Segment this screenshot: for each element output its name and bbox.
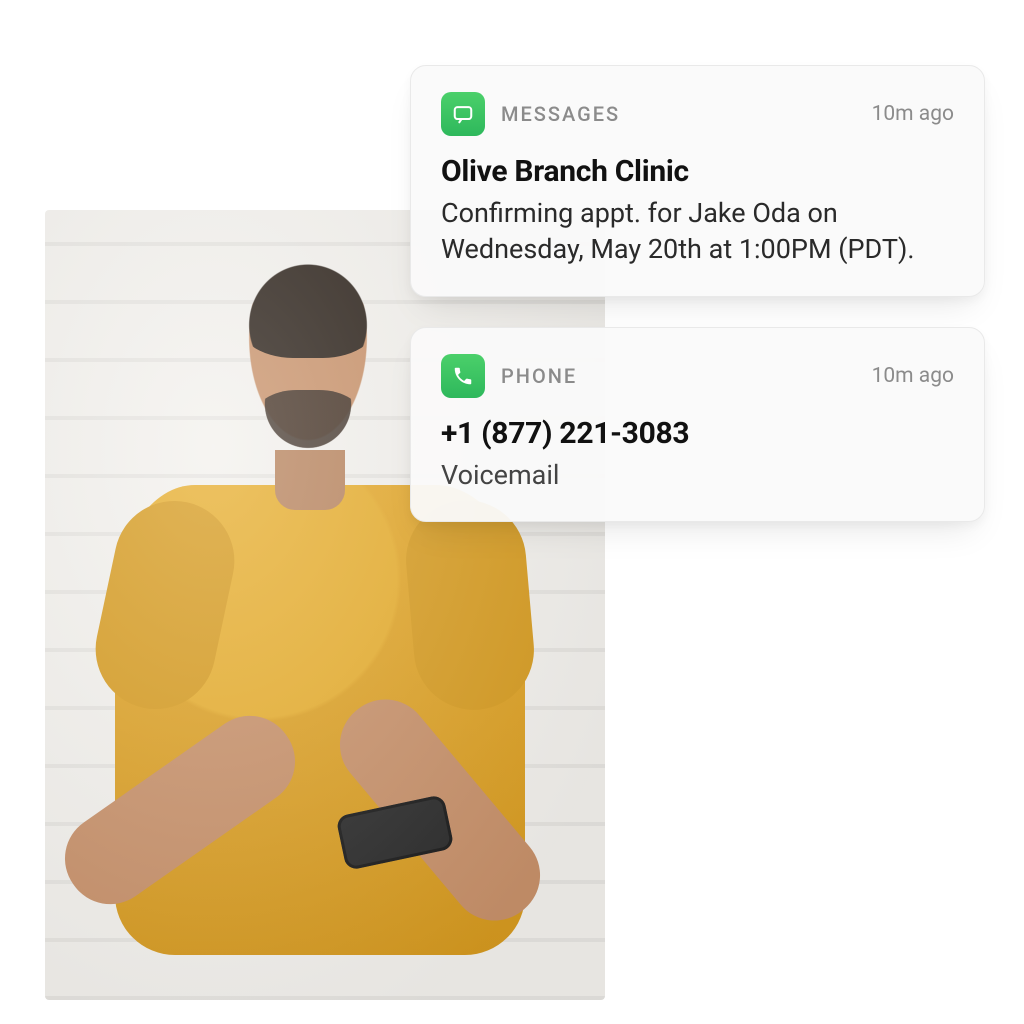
notification-timestamp: 10m ago [872,102,954,126]
notification-header: PHONE 10m ago [441,354,954,398]
notification-card-phone[interactable]: PHONE 10m ago +1 (877) 221-3083 Voicemai… [410,327,985,522]
notification-stack: MESSAGES 10m ago Olive Branch Clinic Con… [410,65,985,552]
notification-timestamp: 10m ago [872,364,954,388]
notification-title: Olive Branch Clinic [441,154,954,189]
message-icon [441,92,485,136]
phone-icon [441,354,485,398]
notification-header: MESSAGES 10m ago [441,92,954,136]
notification-body: Confirming appt. for Jake Oda on Wednesd… [441,195,954,268]
notification-card-messages[interactable]: MESSAGES 10m ago Olive Branch Clinic Con… [410,65,985,297]
notification-app-label: PHONE [501,364,577,388]
notification-body: Voicemail [441,457,954,493]
notification-app-label: MESSAGES [501,102,620,126]
notification-title: +1 (877) 221-3083 [441,416,954,451]
